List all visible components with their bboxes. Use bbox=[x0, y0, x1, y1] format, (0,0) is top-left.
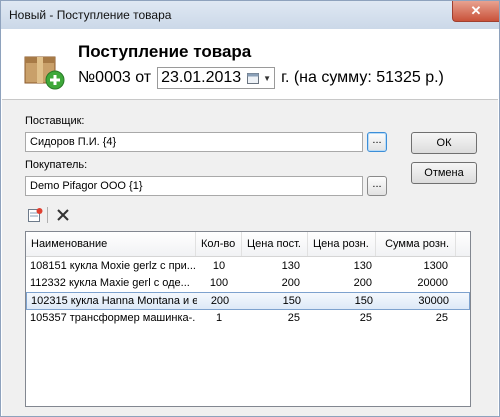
chevron-down-icon[interactable]: ▼ bbox=[263, 74, 271, 83]
document-title: Поступление товара bbox=[78, 42, 252, 61]
table-row[interactable]: 105357 трансформер машинка-... 1 25 25 2… bbox=[26, 310, 470, 327]
supplier-select-button[interactable]: ... bbox=[367, 132, 387, 152]
table-row-selected[interactable]: 102315 кукла Hanna Montana и ее г 200 15… bbox=[26, 292, 470, 310]
cell-qty: 10 bbox=[212, 260, 226, 272]
cell-qty: 100 bbox=[209, 277, 229, 289]
cell-sum-retail: 1300 bbox=[423, 260, 448, 272]
toolbar-separator bbox=[47, 207, 48, 223]
cell-sum-retail: 25 bbox=[435, 312, 448, 324]
goods-table[interactable]: Наименование Кол-во Цена пост. Цена розн… bbox=[25, 231, 471, 407]
column-header-price-retail[interactable]: Цена розн. bbox=[308, 232, 376, 256]
box-add-icon bbox=[24, 56, 65, 90]
cell-name: 108151 кукла Moxie gerlz с при... bbox=[30, 260, 196, 272]
document-number-row: №0003 от 23.01.2013 ▼ г. (на сумму: 5132… bbox=[78, 67, 444, 89]
column-header-sum-retail[interactable]: Сумма розн. bbox=[376, 232, 456, 256]
dialog-window: Новый - Поступление товара ✕ Поступление… bbox=[0, 0, 500, 417]
buyer-label: Покупатель: bbox=[25, 159, 88, 171]
cell-price-in: 200 bbox=[281, 277, 300, 289]
column-header-qty[interactable]: Кол-во bbox=[196, 232, 242, 256]
document-number: №0003 от bbox=[78, 69, 152, 86]
cell-name: 105357 трансформер машинка-... bbox=[30, 312, 196, 324]
cell-qty: 200 bbox=[210, 295, 230, 307]
calendar-icon[interactable] bbox=[247, 72, 261, 84]
window-title: Новый - Поступление товара bbox=[9, 8, 172, 22]
buyer-select-button[interactable]: ... bbox=[367, 176, 387, 196]
supplier-field[interactable]: Сидоров П.И. {4} bbox=[25, 132, 363, 152]
document-sum: г. (на сумму: 51325 р.) bbox=[281, 69, 444, 86]
column-header-price-in[interactable]: Цена пост. bbox=[242, 232, 308, 256]
close-button[interactable]: ✕ bbox=[452, 1, 499, 22]
add-row-icon[interactable] bbox=[27, 207, 43, 223]
date-value: 23.01.2013 bbox=[161, 69, 242, 86]
cell-name: 112332 кукла Maxie gerl с оде... bbox=[30, 277, 190, 289]
cell-price-retail: 25 bbox=[359, 312, 372, 324]
cancel-button[interactable]: Отмена bbox=[411, 162, 477, 184]
cell-price-in: 130 bbox=[281, 260, 300, 272]
cell-sum-retail: 20000 bbox=[417, 277, 448, 289]
cell-name: 102315 кукла Hanna Montana и ее г bbox=[31, 295, 197, 307]
cell-price-retail: 200 bbox=[353, 277, 372, 289]
supplier-label: Поставщик: bbox=[25, 115, 85, 127]
delete-icon[interactable] bbox=[55, 207, 71, 223]
cell-price-in: 150 bbox=[282, 295, 301, 307]
cell-price-in: 25 bbox=[287, 312, 300, 324]
ok-button[interactable]: ОК bbox=[411, 132, 477, 154]
cell-price-retail: 150 bbox=[354, 295, 373, 307]
cell-sum-retail: 30000 bbox=[418, 295, 449, 307]
buyer-field[interactable]: Demo Pifagor ООО {1} bbox=[25, 176, 363, 196]
date-picker[interactable]: 23.01.2013 ▼ bbox=[157, 67, 276, 89]
table-header: Наименование Кол-во Цена пост. Цена розн… bbox=[26, 232, 470, 257]
document-header: Поступление товара №0003 от 23.01.2013 ▼… bbox=[2, 29, 498, 99]
close-icon: ✕ bbox=[470, 3, 482, 18]
title-bar: Новый - Поступление товара ✕ bbox=[1, 1, 499, 29]
column-header-name[interactable]: Наименование bbox=[26, 232, 196, 256]
table-row[interactable]: 108151 кукла Moxie gerlz с при... 10 130… bbox=[26, 258, 470, 275]
cell-qty: 1 bbox=[215, 312, 223, 324]
cell-price-retail: 130 bbox=[353, 260, 372, 272]
table-row[interactable]: 112332 кукла Maxie gerl с оде... 100 200… bbox=[26, 275, 470, 292]
